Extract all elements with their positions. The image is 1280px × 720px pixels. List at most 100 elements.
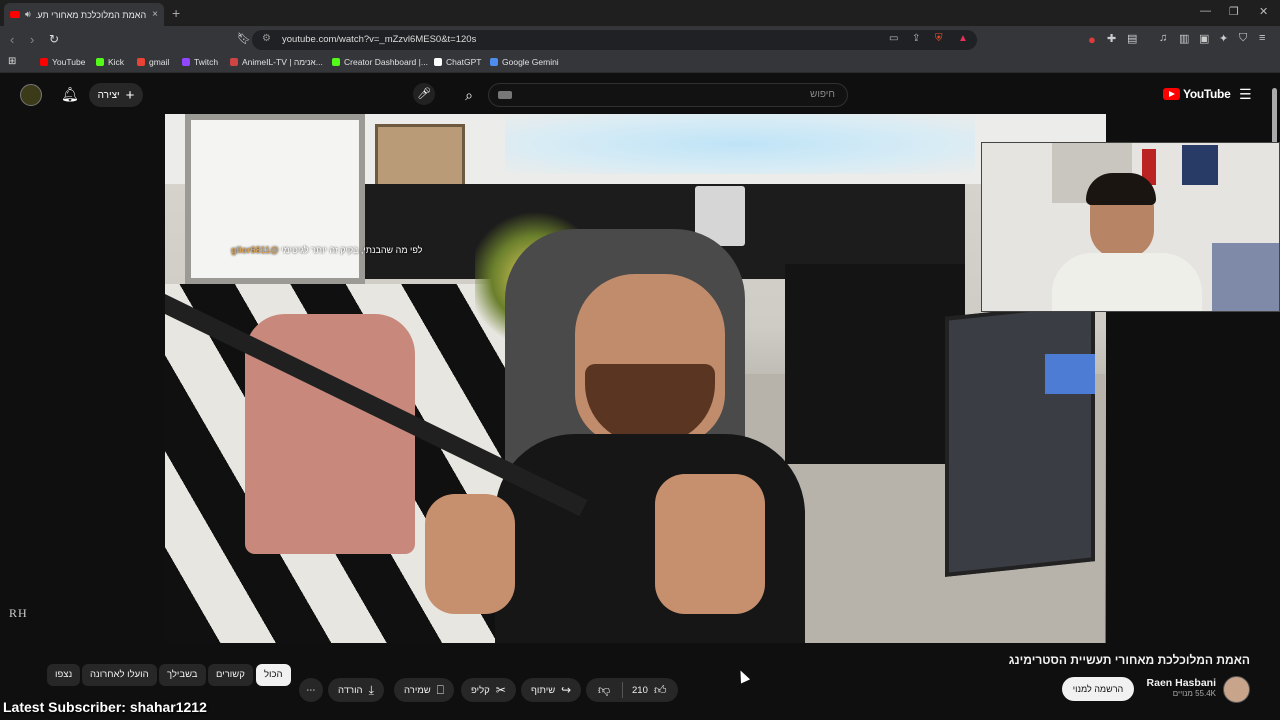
monitor-reflection xyxy=(1045,354,1095,394)
scissors-icon: ✂︎ xyxy=(495,683,506,697)
latest-subscriber-overlay: Latest Subscriber: shahar1212 xyxy=(3,699,207,715)
browser-tab[interactable]: 🔊︎ האמת המלוכלכת מאחורי תע... × xyxy=(4,3,164,26)
like-icon[interactable]: 👍︎ xyxy=(654,683,667,698)
chip-all[interactable]: הכול xyxy=(256,664,291,686)
chat-username: @gilor6811 xyxy=(231,245,279,255)
animeil-icon xyxy=(230,58,238,66)
browser-menu-icon[interactable]: ≡ xyxy=(1259,32,1265,44)
like-count[interactable]: 210 xyxy=(632,685,648,696)
youtube-header: 🔔︎ יצירה + 🎤︎ ⌕ חיפוש YouTube ☰ xyxy=(0,76,1280,114)
more-actions-button[interactable]: ⋯ xyxy=(299,678,323,702)
bookmark-save-icon: ⎕ xyxy=(436,682,444,697)
black-chairs xyxy=(785,264,965,464)
webcam-person-hair xyxy=(1086,173,1156,205)
like-dislike-group: 👎︎ 210 👍︎ xyxy=(586,678,678,702)
reload-icon[interactable]: ↻ xyxy=(49,32,59,46)
chip-related[interactable]: קשורים xyxy=(208,664,253,686)
window xyxy=(185,114,365,284)
subscriber-count: 55.4K מנויים xyxy=(1172,689,1216,698)
create-button[interactable]: יצירה + xyxy=(89,83,143,107)
record-icon[interactable]: ● xyxy=(1088,32,1096,47)
cloud-light xyxy=(505,114,975,174)
youtube-logo-text: YouTube xyxy=(1183,87,1231,101)
download-button[interactable]: הורדה ⤓ xyxy=(328,678,384,702)
chip-for-you[interactable]: בשבילך xyxy=(159,664,206,686)
address-bar[interactable]: ⚙︎ youtube.com/watch?v=_mZzvl6MES0&t=120… xyxy=(252,30,977,50)
browser-toolbar: ‹ › ↻ 🔖︎ ⚙︎ youtube.com/watch?v=_mZzvl6M… xyxy=(0,26,1280,53)
hand-right xyxy=(655,474,765,614)
rewards-icon[interactable]: ▲ xyxy=(958,33,968,44)
maximize-button[interactable]: ❐ xyxy=(1229,5,1239,18)
vpn-icon[interactable]: ⛉ xyxy=(1239,32,1247,45)
youtube-icon xyxy=(40,58,48,66)
chip-recently-uploaded[interactable]: הועלו לאחרונה xyxy=(82,664,157,686)
reader-icon[interactable]: ▤ xyxy=(1127,32,1137,45)
youtube-favicon-icon xyxy=(10,11,20,18)
webcam-bed xyxy=(1212,243,1279,311)
keyboard-icon[interactable] xyxy=(498,91,512,99)
share-icon: ↪︎ xyxy=(561,683,572,697)
minimize-button[interactable]: — xyxy=(1200,5,1211,17)
hand-left xyxy=(425,494,515,614)
back-icon[interactable]: ‹ xyxy=(10,32,14,47)
webcam-poster-blue xyxy=(1182,145,1218,185)
bookmark-chatgpt[interactable]: ChatGPT xyxy=(434,57,481,67)
twitch-icon xyxy=(182,58,190,66)
sidebar-icon[interactable]: ▥ xyxy=(1179,32,1189,45)
plus-icon: + xyxy=(125,86,135,104)
forward-icon[interactable]: › xyxy=(30,32,34,47)
dislike-icon[interactable]: 👎︎ xyxy=(598,683,610,698)
cast-icon[interactable]: ▭ xyxy=(889,33,898,44)
video-title: האמת המלוכלכת מאחורי תעשיית הסטרימינג xyxy=(1008,653,1250,667)
bookmark-kick[interactable]: Kick xyxy=(96,57,124,67)
clip-button[interactable]: קליפ ✂︎ xyxy=(461,678,516,702)
notifications-bell-icon[interactable]: 🔔︎ xyxy=(61,86,79,103)
gmail-icon xyxy=(137,58,145,66)
channel-avatar[interactable] xyxy=(1223,676,1250,703)
gemini-icon xyxy=(490,58,498,66)
account-avatar[interactable] xyxy=(20,84,42,106)
kick-icon xyxy=(332,58,340,66)
tab-title: האמת המלוכלכת מאחורי תע... xyxy=(35,9,147,20)
channel-name[interactable]: Raen Hasbani xyxy=(1140,677,1216,689)
voice-search-mic-icon[interactable]: 🎤︎ xyxy=(413,83,435,105)
leo-ai-icon[interactable]: ✦ xyxy=(1219,32,1228,45)
subscribe-button[interactable]: הרשמה למנוי xyxy=(1062,677,1134,701)
bookmark-icon[interactable]: 🔖︎ xyxy=(237,32,251,45)
save-button[interactable]: שמירה ⎕ xyxy=(394,678,454,702)
page-scrollbar[interactable] xyxy=(1272,88,1277,144)
brave-shields-icon[interactable]: ⛨ xyxy=(935,33,943,44)
youtube-logo[interactable]: YouTube xyxy=(1163,87,1231,101)
wallet-icon[interactable]: ▣ xyxy=(1199,32,1209,45)
bookmark-creator-dashboard[interactable]: Creator Dashboard |... xyxy=(332,57,428,67)
share-page-icon[interactable]: ⇪ xyxy=(912,33,920,44)
video-player[interactable]: לפי מה שהבנתי, בקיק זה יותר לגיטימי @gil… xyxy=(165,114,1106,643)
search-button[interactable]: ⌕ xyxy=(450,83,488,107)
tab-close-icon[interactable]: × xyxy=(152,9,158,20)
webcam-person-shirt xyxy=(1052,253,1202,311)
bookmark-gmail[interactable]: gmail xyxy=(137,57,169,67)
search-input[interactable]: חיפוש xyxy=(488,83,848,107)
bookmark-twitch[interactable]: Twitch xyxy=(182,57,218,67)
search-icon: ⌕ xyxy=(465,87,473,103)
channel-info[interactable]: Raen Hasbani 55.4K מנויים xyxy=(1140,677,1216,698)
bookmark-youtube[interactable]: YouTube xyxy=(40,57,85,67)
close-window-button[interactable]: ✕ xyxy=(1259,5,1268,18)
divider xyxy=(622,682,623,698)
bookmark-animeil[interactable]: AnimeIL-TV | אנימה... xyxy=(230,57,323,67)
url-text: youtube.com/watch?v=_mZzvl6MES0&t=120s xyxy=(282,34,477,45)
guide-menu-icon[interactable]: ☰ xyxy=(1239,86,1252,103)
extensions-icon[interactable]: ✚ xyxy=(1107,32,1116,45)
speaker-icon[interactable]: 🔊︎ xyxy=(25,9,31,20)
site-info-icon[interactable]: ⚙︎ xyxy=(262,33,271,44)
new-tab-button[interactable]: + xyxy=(172,5,180,21)
media-icon[interactable]: ♫ xyxy=(1159,32,1167,44)
mirror xyxy=(945,301,1095,577)
apps-grid-icon[interactable]: ⊞ xyxy=(8,56,16,67)
share-button[interactable]: שיתוף ↪︎ xyxy=(521,678,582,702)
browser-tab-strip: 🔊︎ האמת המלוכלכת מאחורי תע... × + — ❐ ✕ xyxy=(0,0,1280,26)
bookmark-gemini[interactable]: Google Gemini xyxy=(490,57,559,67)
youtube-play-icon xyxy=(1163,88,1180,100)
chip-watched[interactable]: נצפו xyxy=(47,664,81,686)
search-placeholder: חיפוש xyxy=(810,89,835,100)
